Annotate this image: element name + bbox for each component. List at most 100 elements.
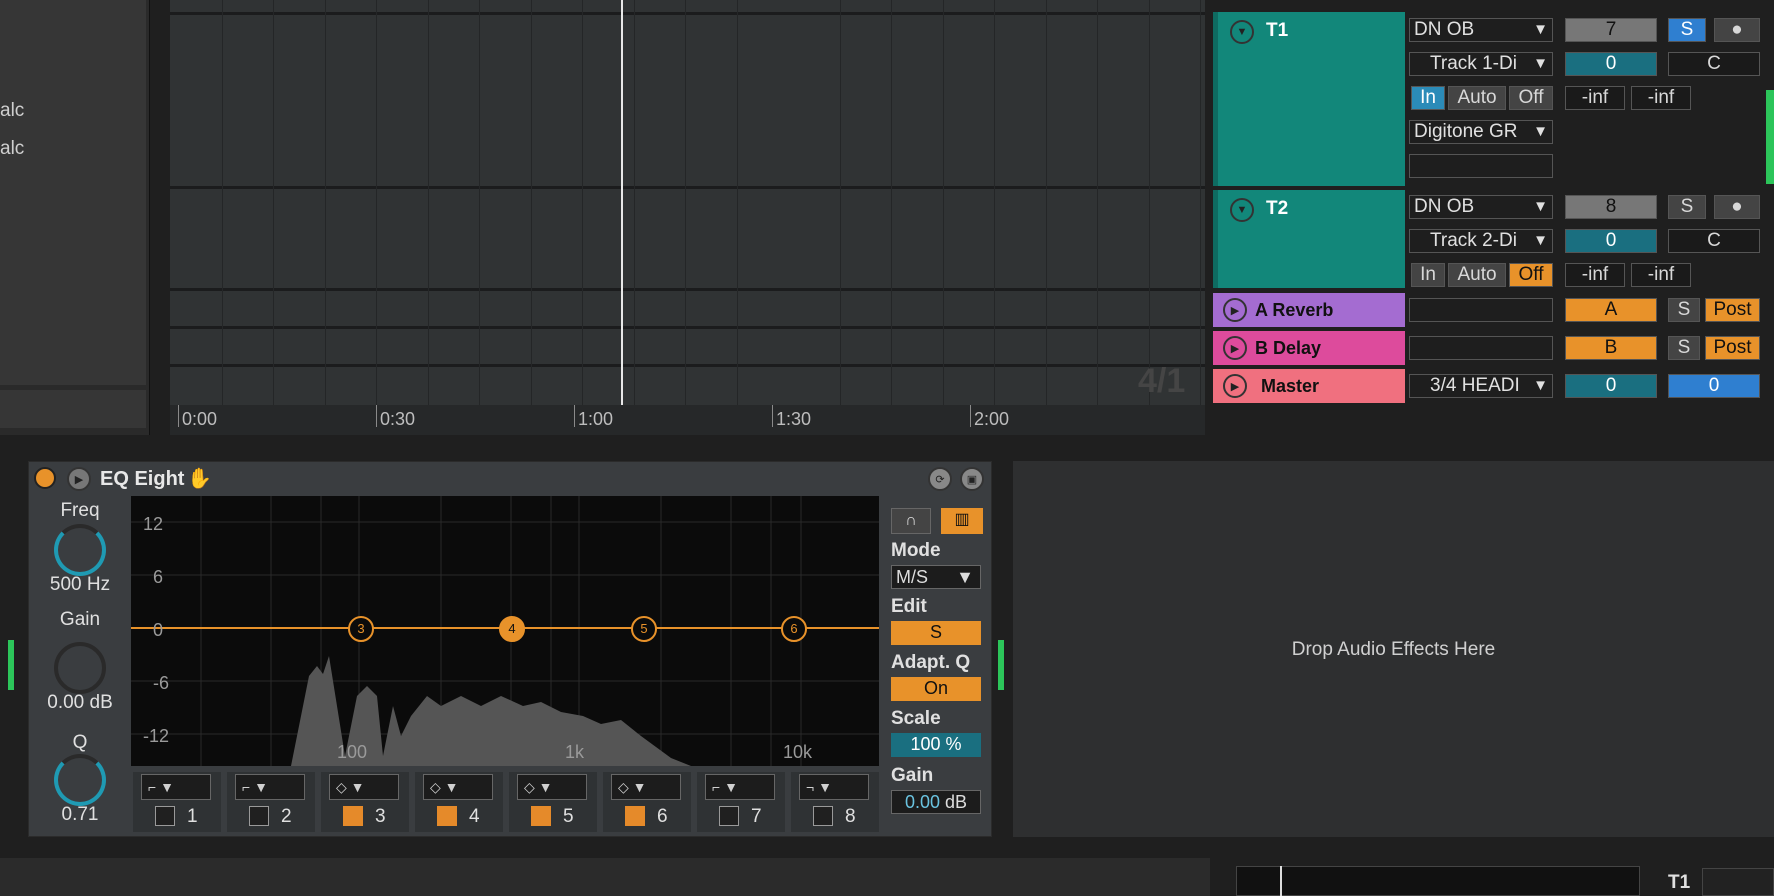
low-cut-icon[interactable]: ⌐ ▼ xyxy=(141,774,211,800)
band-1: ⌐ ▼ 1 xyxy=(133,772,221,832)
browser-item[interactable]: alc xyxy=(0,100,24,122)
post-button[interactable]: Post xyxy=(1705,336,1760,360)
output-select[interactable]: Digitone GR ▼ xyxy=(1409,120,1553,144)
edit-button[interactable]: S xyxy=(891,621,981,645)
bell-icon[interactable]: ◇ ▼ xyxy=(423,774,493,800)
return-output-select[interactable] xyxy=(1409,298,1553,322)
master-output-select[interactable]: 3/4 HEADI ▼ xyxy=(1409,374,1553,398)
send-button[interactable]: A xyxy=(1565,298,1657,322)
solo-button[interactable]: S xyxy=(1668,336,1700,360)
eq-node-6[interactable]: 6 xyxy=(781,616,807,642)
monitor-off-button[interactable]: Off xyxy=(1509,263,1553,287)
q-value[interactable]: 0.71 xyxy=(48,804,112,826)
save-preset-icon[interactable]: ▣ xyxy=(960,467,984,491)
mode-select[interactable]: M/S ▼ xyxy=(891,565,981,589)
drop-zone[interactable]: Drop Audio Effects Here xyxy=(1013,461,1774,837)
mini-waveform xyxy=(1702,868,1774,896)
band-7-toggle[interactable] xyxy=(719,806,739,826)
track-number[interactable]: 7 xyxy=(1565,18,1657,42)
headphone-icon[interactable]: ∩ xyxy=(891,508,931,534)
monitor-auto-button[interactable]: Auto xyxy=(1448,263,1506,287)
track-name: T2 xyxy=(1266,198,1289,219)
eq-node-5[interactable]: 5 xyxy=(631,616,657,642)
return-output-select[interactable] xyxy=(1409,336,1553,360)
spectrum-icon[interactable]: ▥ xyxy=(941,508,983,534)
output-channel-select[interactable] xyxy=(1409,154,1553,178)
arrangement-view[interactable]: 4/1 xyxy=(170,0,1205,405)
bell-icon[interactable]: ◇ ▼ xyxy=(329,774,399,800)
fold-icon[interactable]: ▼ xyxy=(1230,20,1254,44)
master-volume[interactable]: 0 xyxy=(1565,374,1657,398)
eq-node-3[interactable]: 3 xyxy=(348,616,374,642)
gain-knob[interactable] xyxy=(54,642,106,694)
solo-button[interactable]: S xyxy=(1668,195,1706,219)
freq-knob[interactable] xyxy=(54,524,106,576)
solo-button[interactable]: S xyxy=(1668,298,1700,322)
band-4-toggle[interactable] xyxy=(437,806,457,826)
input-channel-select[interactable]: Track 2-Di ▼ xyxy=(1409,229,1553,253)
monitor-in-button[interactable]: In xyxy=(1411,263,1445,287)
master-output-value: 3/4 HEADI xyxy=(1430,375,1520,396)
monitor-off-button[interactable]: Off xyxy=(1509,86,1553,110)
high-shelf-icon[interactable]: ⌐ ▼ xyxy=(705,774,775,800)
freq-value[interactable]: 500 Hz xyxy=(34,574,126,596)
hot-swap-icon[interactable]: ⟳ xyxy=(928,467,952,491)
mode-label: Mode xyxy=(891,540,941,561)
input-type-select[interactable]: DN OB ▼ xyxy=(1409,195,1553,219)
q-label: Q xyxy=(72,732,88,753)
device-power-icon[interactable] xyxy=(34,467,56,489)
track-number[interactable]: 8 xyxy=(1565,195,1657,219)
band-3-toggle[interactable] xyxy=(343,806,363,826)
play-icon[interactable]: ▶ xyxy=(67,467,91,491)
play-icon[interactable]: ▶ xyxy=(1223,298,1247,322)
eq-display[interactable]: 12 6 0 -6 -12 100 1k 10k 3 4 5 6 xyxy=(131,496,879,766)
pan-field[interactable]: C xyxy=(1668,52,1760,76)
output-value: Digitone GR xyxy=(1414,121,1518,142)
post-button[interactable]: Post xyxy=(1705,298,1760,322)
band-8-toggle[interactable] xyxy=(813,806,833,826)
high-cut-icon[interactable]: ¬ ▼ xyxy=(799,774,869,800)
send-button[interactable]: B xyxy=(1565,336,1657,360)
band-5-toggle[interactable] xyxy=(531,806,551,826)
eq-node-4[interactable]: 4 xyxy=(499,616,525,642)
track-header-t1[interactable]: ▼ T1 xyxy=(1213,12,1405,186)
browser-item[interactable]: alc xyxy=(0,138,24,160)
master-header[interactable]: ▶ Master xyxy=(1213,369,1405,403)
scale-field[interactable]: 100 % xyxy=(891,733,981,757)
return-header-a[interactable]: ▶ A Reverb xyxy=(1213,293,1405,327)
gain-value[interactable]: 0.00 dB xyxy=(30,692,130,714)
play-icon[interactable]: ▶ xyxy=(1223,374,1247,398)
bell-icon[interactable]: ◇ ▼ xyxy=(611,774,681,800)
output-gain-field[interactable]: 0.00 dB xyxy=(891,790,981,814)
time-ruler[interactable]: 0:00 0:30 1:00 1:30 2:00 xyxy=(170,405,1205,435)
grid-line xyxy=(634,0,635,405)
loop-length-label: 4/1 xyxy=(1138,362,1186,400)
monitor-auto-button[interactable]: Auto xyxy=(1448,86,1506,110)
band-2-toggle[interactable] xyxy=(249,806,269,826)
volume-field[interactable]: 0 xyxy=(1565,52,1657,76)
hand-icon[interactable]: ✋ xyxy=(187,466,212,491)
arm-button[interactable]: ● xyxy=(1714,18,1760,42)
play-icon[interactable]: ▶ xyxy=(1223,336,1247,360)
monitor-in-button[interactable]: In xyxy=(1411,86,1445,110)
fold-icon[interactable]: ▼ xyxy=(1230,198,1254,222)
bell-icon[interactable]: ◇ ▼ xyxy=(517,774,587,800)
input-channel-select[interactable]: Track 1-Di ▼ xyxy=(1409,52,1553,76)
band-3: ◇ ▼ 3 xyxy=(321,772,409,832)
track-header-t2[interactable]: ▼ T2 xyxy=(1213,190,1405,288)
pan-field[interactable]: C xyxy=(1668,229,1760,253)
band-1-toggle[interactable] xyxy=(155,806,175,826)
clip-overview[interactable] xyxy=(1236,866,1640,896)
return-header-b[interactable]: ▶ B Delay xyxy=(1213,331,1405,365)
master-pan[interactable]: 0 xyxy=(1668,374,1760,398)
adapt-q-button[interactable]: On xyxy=(891,677,981,701)
solo-button[interactable]: S xyxy=(1668,18,1706,42)
input-type-select[interactable]: DN OB ▼ xyxy=(1409,18,1553,42)
low-shelf-icon[interactable]: ⌐ ▼ xyxy=(235,774,305,800)
arm-button[interactable]: ● xyxy=(1714,195,1760,219)
volume-field[interactable]: 0 xyxy=(1565,229,1657,253)
q-knob[interactable] xyxy=(54,754,106,806)
band-6-toggle[interactable] xyxy=(625,806,645,826)
playhead[interactable] xyxy=(621,0,623,405)
output-gain-unit: dB xyxy=(945,792,968,812)
